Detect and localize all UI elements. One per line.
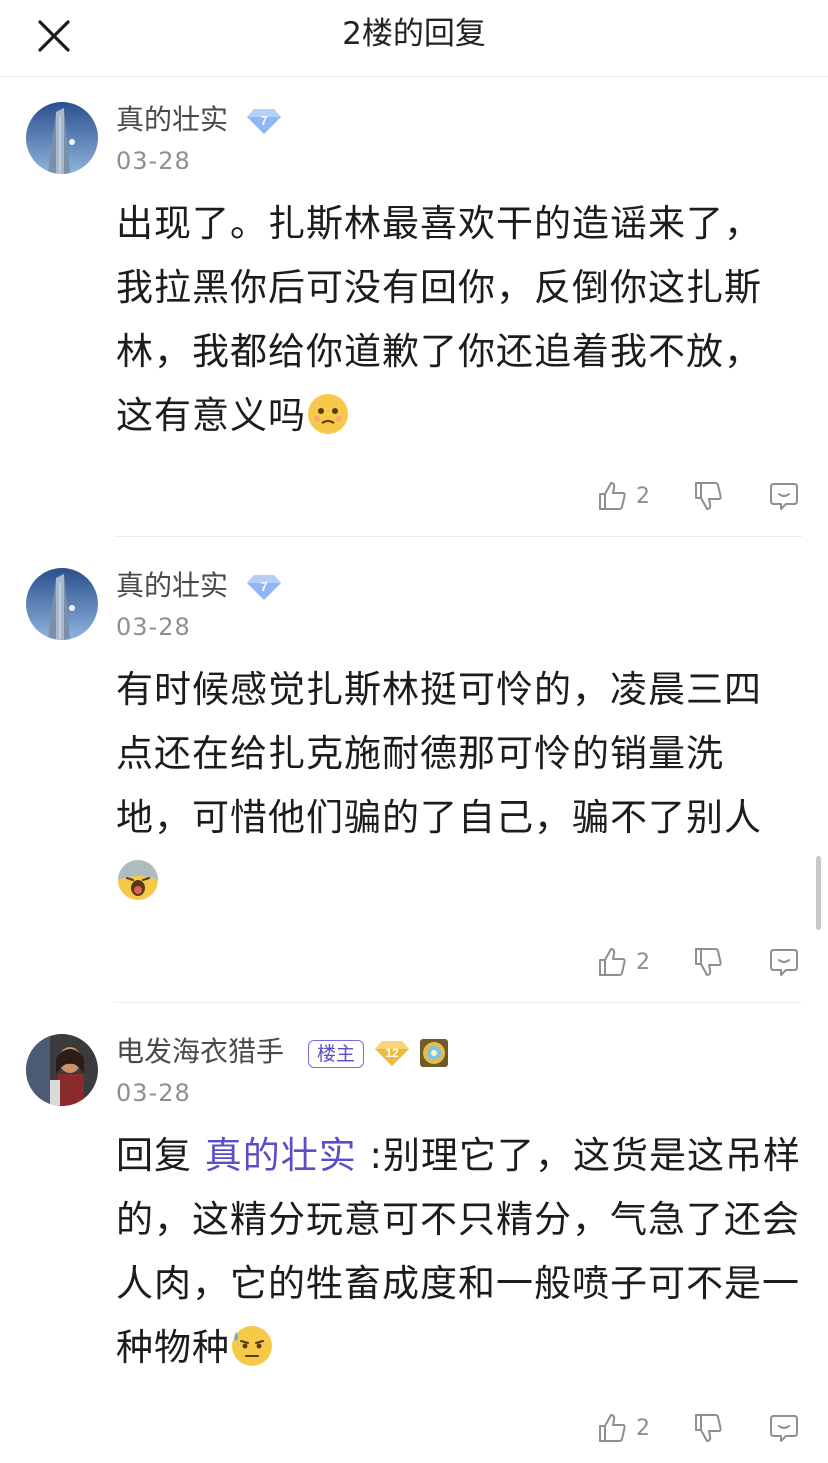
comment-actions: 2 (0, 942, 828, 982)
page-title: 2楼的回复 (342, 16, 486, 52)
thumbs-up-icon (599, 948, 626, 976)
pleading-face-emoji (308, 394, 348, 434)
dislike-button[interactable] (692, 1408, 724, 1448)
level-badge: 12 (372, 1038, 412, 1068)
reply-button[interactable] (768, 942, 800, 982)
level-badge: 7 (244, 572, 284, 602)
like-count: 2 (636, 483, 650, 509)
avatar[interactable] (26, 102, 98, 174)
comment-actions: 2 (0, 476, 828, 516)
divider (114, 1002, 802, 1003)
thumbs-up-icon (599, 1414, 626, 1442)
host-badge: 楼主 (308, 1040, 365, 1068)
gold-diamond-icon: 12 (375, 1041, 409, 1066)
like-button[interactable]: 2 (596, 476, 650, 516)
mention-link[interactable]: 真的壮实 (205, 1134, 357, 1177)
thumbs-down-icon (695, 1414, 722, 1442)
comment-actions: 2 (0, 1408, 828, 1448)
comment-text: 出现了。扎斯林最喜欢干的造谣来了，我拉黑你后可没有回你，反倒你这扎斯林，我都给你… (116, 202, 762, 437)
svg-text:12: 12 (385, 1046, 399, 1060)
diamond-icon: 7 (247, 109, 281, 134)
like-button[interactable]: 2 (596, 942, 650, 982)
reply-button[interactable] (768, 476, 800, 516)
svg-text:7: 7 (260, 113, 267, 128)
comment-bubble-icon (770, 483, 798, 510)
comment-text: 有时候感觉扎斯林挺可怜的，凌晨三四点还在给扎克施耐德那可怜的销量洗地，可惜他们骗… (116, 658, 796, 914)
scrollbar[interactable] (816, 856, 821, 930)
comment-date: 03-28 (116, 147, 191, 175)
top-bar: 2楼的回复 (0, 0, 828, 77)
comment-bubble-icon (770, 1415, 798, 1442)
sweat-face-emoji (232, 1326, 272, 1366)
like-button[interactable]: 2 (596, 1408, 650, 1448)
dislike-button[interactable] (692, 476, 724, 516)
thumbs-up-icon (599, 482, 626, 510)
like-count: 2 (636, 949, 650, 975)
avatar[interactable] (26, 1034, 98, 1106)
comment-bubble-icon (770, 949, 798, 976)
diamond-icon: 7 (247, 575, 281, 600)
medal-badge (414, 1038, 454, 1068)
comment-date: 03-28 (116, 1079, 191, 1107)
avatar[interactable] (26, 568, 98, 640)
like-count: 2 (636, 1415, 650, 1441)
divider (114, 536, 802, 537)
username[interactable]: 真的壮实 (116, 568, 228, 604)
username[interactable]: 真的壮实 (116, 102, 228, 138)
comment-text: 回复 真的壮实 :别理它了，这货是这吊样的，这精分玩意可不只精分，气急了还会人肉… (116, 1134, 801, 1369)
dislike-button[interactable] (692, 942, 724, 982)
thumbs-down-icon (695, 482, 722, 510)
reply-button[interactable] (768, 1408, 800, 1448)
level-badge: 7 (244, 106, 284, 136)
sun-medal-icon (420, 1039, 448, 1067)
svg-text:7: 7 (260, 579, 267, 594)
thumbs-down-icon (695, 948, 722, 976)
comment-date: 03-28 (116, 613, 191, 641)
username[interactable]: 电发海衣猎手 (116, 1034, 284, 1070)
screaming-face-emoji (118, 860, 158, 900)
